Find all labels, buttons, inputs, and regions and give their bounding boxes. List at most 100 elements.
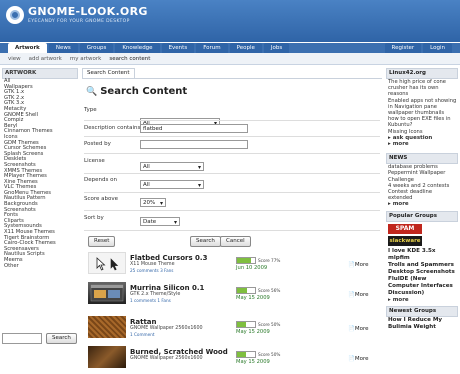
more-label: More xyxy=(354,262,369,268)
linux42-item[interactable]: Enabled apps not showing in Navigation p… xyxy=(388,98,458,110)
posted-by-label: Posted by xyxy=(84,141,111,147)
result-title[interactable]: Flatbed Cursors 0.3 xyxy=(130,254,207,262)
tab-search-content[interactable]: Search Content xyxy=(82,68,135,78)
tab-forum[interactable]: Forum xyxy=(196,43,228,53)
result-category[interactable]: GNOME Wallpaper 2560x1600 xyxy=(130,356,203,361)
result-title[interactable]: Burned, Scratched Wood xyxy=(130,348,228,356)
result-comments[interactable]: 25 comments 3 Fans xyxy=(130,268,174,273)
tab-groups[interactable]: Groups xyxy=(79,43,114,53)
result-date: May 15 2009 xyxy=(236,329,270,335)
gnome-foot-icon xyxy=(6,5,24,24)
sidebar-list: All Wallpapers GTK 1.x GTK 2.x GTK 3.x Metaci… xyxy=(2,78,78,270)
more-link[interactable]: 📄More xyxy=(348,356,369,362)
result-item: Burned, Scratched Wood GNOME Wallpaper 2… xyxy=(82,346,382,374)
main-nav: Artwork News Groups Knowledge Events For… xyxy=(8,43,291,53)
group-item[interactable]: Desktop Screenshots xyxy=(388,269,458,276)
page-title: Search Content xyxy=(100,86,188,97)
register-link[interactable]: Register xyxy=(384,43,422,53)
subnav-add-artwork[interactable]: add artwork xyxy=(29,56,62,62)
more-icon: 📄 xyxy=(348,326,355,332)
divider xyxy=(84,210,380,211)
score-above-select[interactable]: 20% xyxy=(140,198,166,208)
score-bar xyxy=(236,351,256,358)
more-label: more xyxy=(392,201,409,208)
linux42-more-link[interactable]: ▸ more xyxy=(388,141,458,147)
reset-button[interactable]: Reset xyxy=(88,236,116,247)
result-score: Score 50% xyxy=(236,321,280,328)
artwork-sidebar: ARTWORK All Wallpapers GTK 1.x GTK 2.x GTK 3… xyxy=(2,68,78,269)
sidebar-item[interactable]: Other xyxy=(4,263,78,270)
more-link[interactable]: 📄More xyxy=(348,262,369,268)
divider xyxy=(84,136,380,137)
more-label: More xyxy=(354,326,369,332)
license-select[interactable]: All xyxy=(140,162,204,172)
account-nav: Register Login xyxy=(384,43,455,53)
groups-more-link[interactable]: ▸ more xyxy=(388,297,458,303)
sidebar-search-button[interactable]: Search xyxy=(46,333,77,344)
group-item[interactable]: I love KDE 3.5x xyxy=(388,248,458,255)
subnav-view[interactable]: view xyxy=(8,56,21,62)
depends-on-value: All xyxy=(143,182,150,188)
result-thumbnail[interactable] xyxy=(88,346,126,368)
posted-by-input[interactable] xyxy=(140,140,248,149)
sort-by-select[interactable]: Date xyxy=(140,217,180,227)
group-item[interactable]: FluIDE (New Computer Interfaces Discussi… xyxy=(388,276,458,297)
result-comments[interactable]: 1 Comment xyxy=(130,332,155,337)
site-logo[interactable]: GNOME-LOOK.ORG EYECANDY FOR YOUR GNOME D… xyxy=(6,5,148,24)
subnav-my-artwork[interactable]: my artwork xyxy=(70,56,101,62)
popular-groups-heading: Popular Groups xyxy=(386,210,458,222)
result-thumbnail[interactable] xyxy=(88,282,126,304)
news-more-link[interactable]: ▸ more xyxy=(388,201,458,207)
tab-jobs[interactable]: Jobs xyxy=(263,43,290,53)
more-label: more xyxy=(392,141,409,148)
score-above-value: 20% xyxy=(143,200,156,206)
group-item[interactable]: Trolls and Spammers xyxy=(388,262,458,269)
group-item[interactable]: mlpfim xyxy=(388,255,458,262)
result-title[interactable]: Murrina Silicon 0.1 xyxy=(130,284,204,292)
tab-people[interactable]: People xyxy=(229,43,262,53)
more-icon: 📄 xyxy=(348,356,355,362)
depends-on-select[interactable]: All xyxy=(140,180,204,190)
subnav-search-content[interactable]: search content xyxy=(109,56,150,62)
tab-knowledge[interactable]: Knowledge xyxy=(115,43,160,53)
divider xyxy=(84,153,380,154)
more-link[interactable]: 📄More xyxy=(348,326,369,332)
result-comments[interactable]: 1 comments 1 Fans xyxy=(130,298,171,303)
result-category[interactable]: X11 Mouse Theme xyxy=(130,262,175,267)
login-link[interactable]: Login xyxy=(423,43,452,53)
description-label: Description contains xyxy=(84,125,141,131)
tab-events[interactable]: Events xyxy=(161,43,195,53)
site-header: GNOME-LOOK.ORG EYECANDY FOR YOUR GNOME D… xyxy=(0,0,460,42)
search-button[interactable]: Search xyxy=(190,236,221,247)
more-link[interactable]: 📄More xyxy=(348,292,369,298)
right-sidebar: Linux42.org The high price of cone crush… xyxy=(386,68,458,334)
tab-artwork[interactable]: Artwork xyxy=(8,43,47,53)
result-thumbnail[interactable] xyxy=(88,316,126,338)
description-input[interactable]: flatbed xyxy=(140,124,248,133)
divider xyxy=(82,78,382,79)
result-score: Score 56% xyxy=(236,287,280,294)
news-item[interactable]: Peppermint Wallpaper Challenge xyxy=(388,170,458,182)
main-content: Search Content 🔍 Search Content Type All… xyxy=(82,68,382,231)
score-bar xyxy=(236,321,256,328)
result-item: Flatbed Cursors 0.3 X11 Mouse Theme 25 c… xyxy=(82,252,382,280)
result-thumbnail[interactable] xyxy=(88,252,126,274)
tab-news[interactable]: News xyxy=(48,43,78,53)
site-title: GNOME-LOOK.ORG xyxy=(28,5,148,18)
slackware-group-badge[interactable]: slackware xyxy=(388,235,422,246)
linux42-item[interactable]: how to open EXE files in Kubuntu? xyxy=(388,116,458,128)
sidebar-heading: ARTWORK xyxy=(2,68,78,79)
result-category[interactable]: GNOME Wallpaper 2560x1600 xyxy=(130,326,203,331)
result-title[interactable]: Rattan xyxy=(130,318,157,326)
form-buttons: Reset Search Cancel xyxy=(88,236,258,247)
result-category[interactable]: GTK 2.x Theme/Style xyxy=(130,292,180,297)
group-item[interactable]: How I Reduce My Bulimia Weight xyxy=(388,317,458,331)
divider xyxy=(84,230,380,231)
cancel-button[interactable]: Cancel xyxy=(220,236,251,247)
cursor-preview-icon xyxy=(96,257,119,271)
linux42-item[interactable]: The high price of cone crusher has its o… xyxy=(388,79,458,98)
arrow-icon: ▸ xyxy=(388,296,391,303)
spam-group-badge[interactable]: SPAM xyxy=(388,223,422,234)
sidebar-search-input[interactable] xyxy=(2,333,42,344)
news-item[interactable]: Contest deadline extended xyxy=(388,189,458,201)
